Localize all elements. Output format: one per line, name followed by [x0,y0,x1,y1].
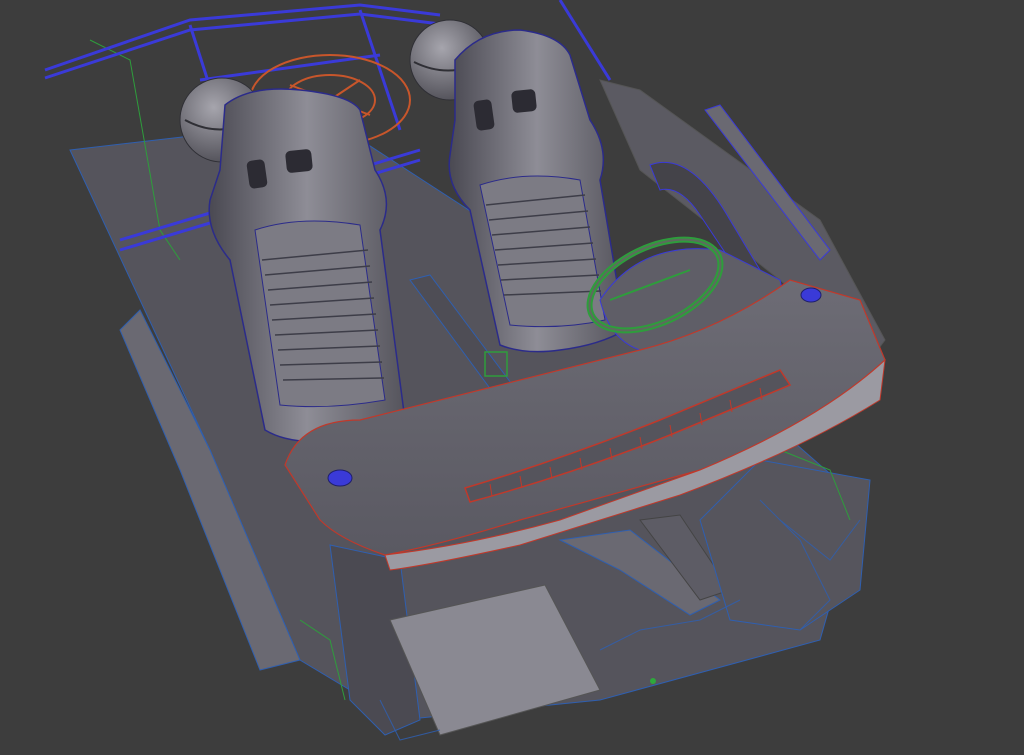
3d-viewport[interactable] [0,0,1024,755]
car-interior-model[interactable] [0,0,1024,755]
vertex-marker [650,678,656,684]
